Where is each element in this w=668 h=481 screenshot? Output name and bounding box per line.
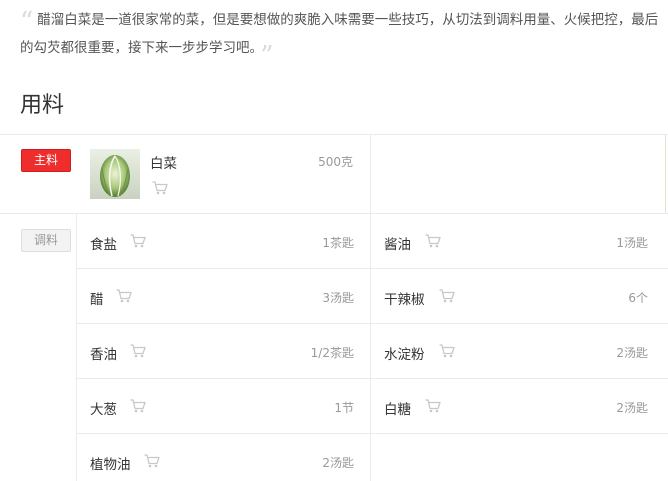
right-edge-divider: [665, 134, 666, 213]
cart-icon[interactable]: [130, 234, 146, 248]
seasoning-name[interactable]: 白糖: [384, 398, 411, 418]
table-top-divider: [0, 134, 668, 135]
label-column-divider: [76, 213, 77, 481]
row-divider: [76, 268, 668, 269]
seasoning-qty: 2汤匙: [616, 346, 648, 360]
recipe-intro: “醋溜白菜是一道很家常的菜，但是要想做的爽脆入味需要一些技巧，从切法到调料用量、…: [20, 6, 660, 69]
seasoning-name[interactable]: 植物油: [90, 453, 131, 473]
main-ingredient-name[interactable]: 白菜: [150, 152, 177, 172]
seasoning-qty: 1/2茶匙: [310, 346, 354, 360]
cart-icon[interactable]: [152, 181, 168, 195]
cart-icon[interactable]: [130, 399, 146, 413]
seasoning-qty: 1节: [334, 401, 354, 415]
seasoning-qty: 2汤匙: [322, 456, 354, 470]
cart-icon[interactable]: [439, 289, 455, 303]
main-section-divider: [0, 213, 668, 214]
seasoning-name[interactable]: 酱油: [384, 233, 411, 253]
row-divider: [76, 323, 668, 324]
cart-icon[interactable]: [130, 344, 146, 358]
seasoning-qty: 1茶匙: [322, 236, 354, 250]
cart-icon[interactable]: [144, 454, 160, 468]
seasoning-qty: 2汤匙: [616, 401, 648, 415]
seasoning-name[interactable]: 醋: [90, 288, 104, 308]
seasoning-badge: 调料: [21, 229, 71, 252]
recipe-intro-text: 醋溜白菜是一道很家常的菜，但是要想做的爽脆入味需要一些技巧，从切法到调料用量、火…: [20, 12, 659, 56]
seasoning-name[interactable]: 水淀粉: [384, 343, 425, 363]
seasoning-qty: 1汤匙: [616, 236, 648, 250]
open-quote-icon: “: [20, 7, 34, 37]
row-divider: [76, 378, 668, 379]
ingredients-title: 用料: [20, 93, 65, 118]
cart-icon[interactable]: [425, 234, 441, 248]
cart-icon[interactable]: [116, 289, 132, 303]
seasoning-name[interactable]: 香油: [90, 343, 117, 363]
seasoning-name[interactable]: 食盐: [90, 233, 117, 253]
main-ingredient-badge: 主料: [21, 149, 71, 172]
cart-icon[interactable]: [439, 344, 455, 358]
cabbage-thumbnail[interactable]: [90, 149, 140, 199]
column-divider: [370, 134, 371, 481]
seasoning-qty: 3汤匙: [322, 291, 354, 305]
main-ingredient-qty: 500克: [318, 155, 353, 169]
row-divider: [76, 433, 668, 434]
cart-icon[interactable]: [425, 399, 441, 413]
seasoning-name[interactable]: 干辣椒: [384, 288, 425, 308]
seasoning-name[interactable]: 大葱: [90, 398, 117, 418]
close-quote-icon: ”: [260, 41, 274, 71]
seasoning-qty: 6个: [628, 291, 648, 305]
